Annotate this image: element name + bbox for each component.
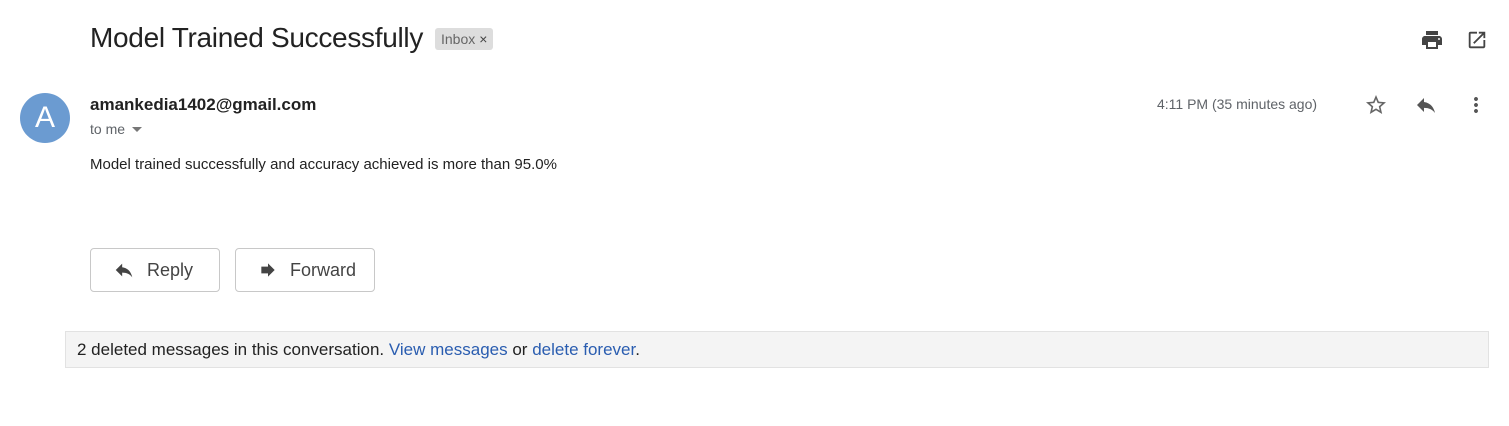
deleted-notice-period: . bbox=[635, 340, 640, 359]
reply-icon bbox=[115, 263, 133, 278]
print-icon[interactable] bbox=[1420, 28, 1444, 52]
email-subject: Model Trained Successfully bbox=[90, 22, 424, 53]
open-in-new-window-icon[interactable] bbox=[1465, 28, 1489, 52]
star-icon[interactable] bbox=[1364, 93, 1388, 117]
timestamp: 4:11 PM (35 minutes ago) bbox=[1157, 96, 1318, 112]
recipient-toggle[interactable]: to me bbox=[90, 121, 143, 137]
view-messages-link[interactable]: View messages bbox=[389, 340, 508, 359]
email-body: Model trained successfully and accuracy … bbox=[90, 156, 557, 173]
inbox-label-chip[interactable]: Inbox × bbox=[435, 28, 494, 50]
forward-button-label: Forward bbox=[290, 259, 357, 280]
deleted-notice-text: 2 deleted messages in this conversation. bbox=[77, 340, 385, 359]
delete-forever-link[interactable]: delete forever bbox=[532, 340, 635, 359]
remove-label-icon[interactable]: × bbox=[479, 31, 487, 47]
reply-icon[interactable] bbox=[1414, 93, 1438, 117]
chevron-down-icon[interactable] bbox=[132, 126, 143, 132]
more-vert-icon[interactable] bbox=[1464, 93, 1488, 117]
forward-icon bbox=[261, 263, 275, 277]
label-text: Inbox bbox=[441, 31, 476, 47]
forward-button[interactable]: Forward bbox=[235, 248, 375, 292]
avatar: A bbox=[20, 93, 70, 143]
recipient-text: to me bbox=[90, 121, 126, 137]
deleted-messages-notice: 2 deleted messages in this conversation.… bbox=[65, 331, 1489, 368]
reply-button-label: Reply bbox=[147, 259, 194, 280]
deleted-notice-or: or bbox=[512, 340, 528, 359]
sender-email[interactable]: amankedia1402@gmail.com bbox=[90, 95, 316, 115]
reply-button[interactable]: Reply bbox=[90, 248, 220, 292]
